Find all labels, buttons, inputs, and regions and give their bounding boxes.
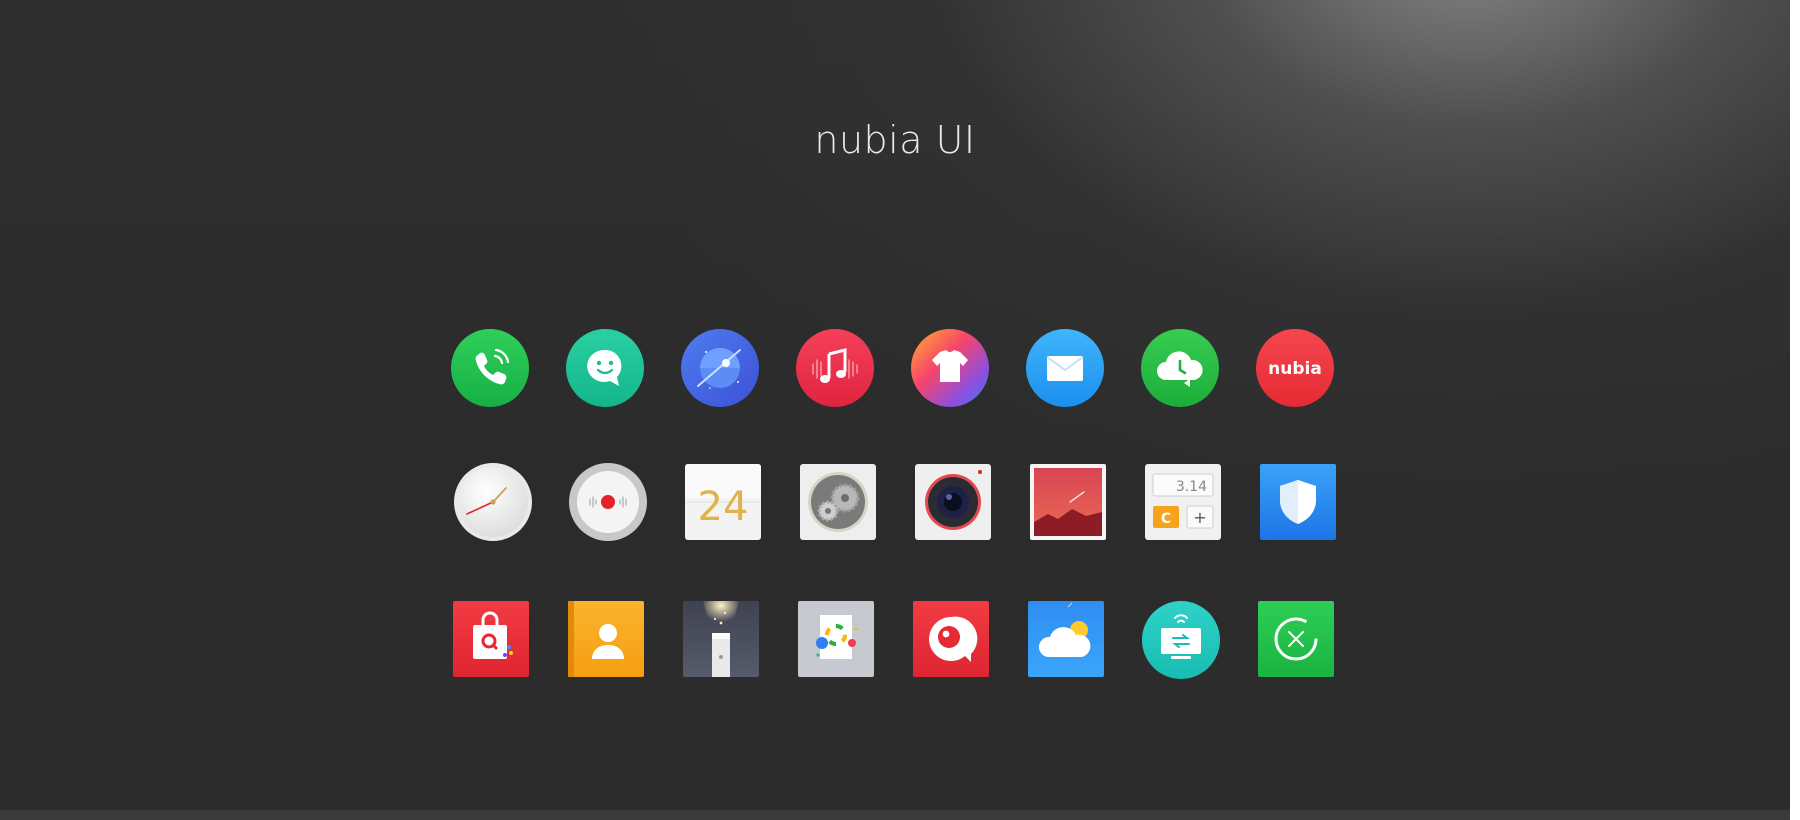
cloud-backup-icon[interactable]	[1140, 328, 1220, 408]
settings-icon[interactable]	[798, 462, 878, 542]
page-title: nubia UI	[814, 118, 976, 162]
flashlight-icon[interactable]	[681, 599, 761, 679]
calendar-day: 24	[698, 484, 749, 530]
calculator-clear-key: C	[1161, 511, 1171, 527]
browser-icon[interactable]	[680, 328, 760, 408]
calculator-display: 3.14	[1176, 479, 1207, 495]
calculator-plus-key: +	[1193, 508, 1206, 527]
nubia-community-icon[interactable]: nubia	[1255, 328, 1335, 408]
phone-icon[interactable]	[450, 328, 530, 408]
file-transfer-icon[interactable]	[1141, 600, 1221, 680]
gallery-icon[interactable]	[1028, 462, 1108, 542]
contacts-icon[interactable]	[566, 599, 646, 679]
theme-icon[interactable]	[910, 328, 990, 408]
right-edge	[1790, 0, 1800, 820]
clock-icon[interactable]	[453, 462, 533, 542]
bottom-edge	[0, 810, 1790, 820]
app-store-icon[interactable]	[451, 599, 531, 679]
camera-icon[interactable]	[913, 462, 993, 542]
weather-icon[interactable]	[1026, 599, 1106, 679]
notes-icon[interactable]	[796, 599, 876, 679]
music-icon[interactable]	[795, 328, 875, 408]
security-icon[interactable]	[1258, 462, 1338, 542]
mail-icon[interactable]	[1025, 328, 1105, 408]
recorder-icon[interactable]	[568, 462, 648, 542]
nubia-logo-text: nubia	[1268, 359, 1322, 379]
video-icon[interactable]	[911, 599, 991, 679]
calendar-icon[interactable]: 24	[683, 462, 763, 542]
messages-icon[interactable]	[565, 328, 645, 408]
cleaner-icon[interactable]	[1256, 599, 1336, 679]
calculator-icon[interactable]: 3.14 C +	[1143, 462, 1223, 542]
